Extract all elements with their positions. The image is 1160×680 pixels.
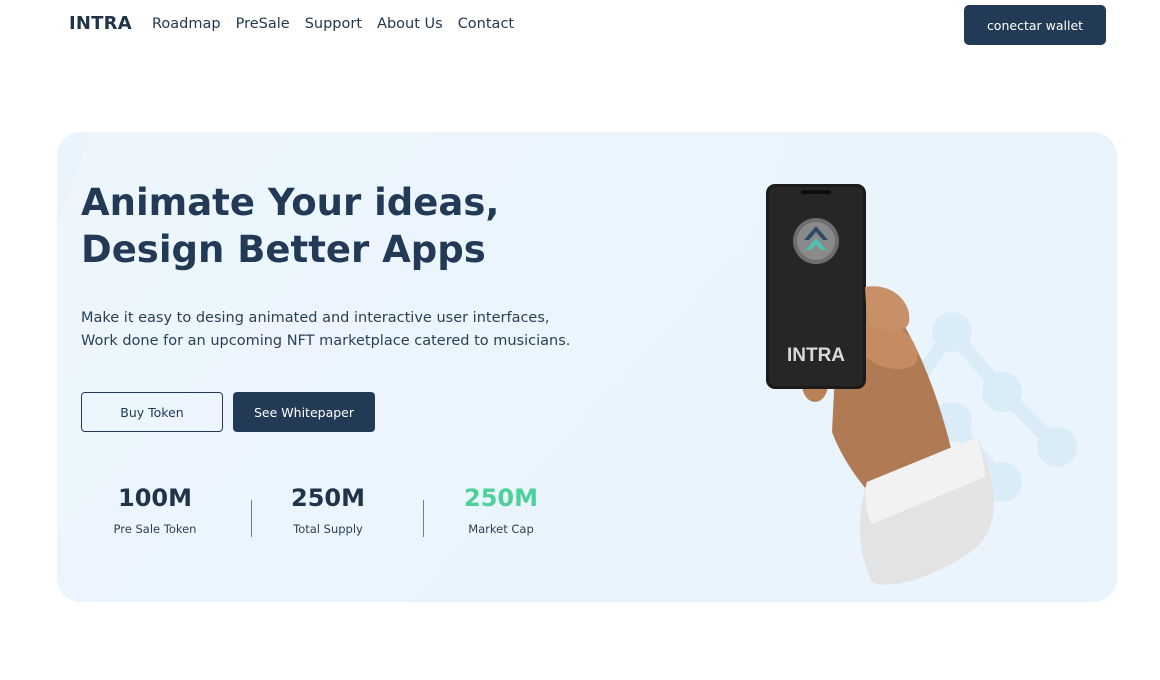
stat-divider (251, 500, 252, 537)
description-line-1: Make it easy to desing animated and inte… (81, 310, 550, 326)
headline-line-1: Animate Your ideas, (81, 181, 500, 224)
phone: INTRA (766, 184, 866, 389)
top-navbar: INTRA Roadmap PreSale Support About Us C… (0, 0, 1160, 50)
nav-link-presale[interactable]: PreSale (236, 16, 290, 32)
nav-link-roadmap[interactable]: Roadmap (152, 16, 221, 32)
stat-value: 250M (291, 484, 365, 512)
hero-description: Make it easy to desing animated and inte… (81, 307, 570, 353)
stat-divider (423, 500, 424, 537)
brand-logo[interactable]: INTRA (69, 13, 132, 34)
stat-presale-token: 100M Pre Sale Token (80, 484, 230, 536)
hero-section: Animate Your ideas, Design Better Apps M… (57, 132, 1117, 602)
stat-label: Pre Sale Token (113, 522, 197, 536)
thumb (865, 286, 910, 332)
stat-label: Total Supply (293, 522, 363, 536)
nav-link-about-us[interactable]: About Us (377, 16, 443, 32)
stat-value: 250M (464, 484, 538, 512)
nav-link-contact[interactable]: Contact (458, 16, 514, 32)
hand-holding-phone-illustration: INTRA (766, 184, 1077, 585)
stat-label: Market Cap (468, 522, 534, 536)
headline-line-2: Design Better Apps (81, 228, 486, 271)
connect-wallet-button[interactable]: conectar wallet (964, 5, 1106, 45)
stat-value: 100M (118, 484, 192, 512)
nav-menu: Roadmap PreSale Support About Us Contact (152, 16, 529, 32)
stat-total-supply: 250M Total Supply (253, 484, 403, 536)
nav-link-support[interactable]: Support (305, 16, 362, 32)
description-line-2: Work done for an upcoming NFT marketplac… (81, 333, 571, 349)
stat-market-cap: 250M Market Cap (426, 484, 576, 536)
see-whitepaper-button[interactable]: See Whitepaper (233, 392, 375, 432)
hero-headline: Animate Your ideas, Design Better Apps (81, 179, 499, 273)
phone-brand-text: INTRA (787, 345, 845, 366)
buy-token-button[interactable]: Buy Token (81, 392, 223, 432)
